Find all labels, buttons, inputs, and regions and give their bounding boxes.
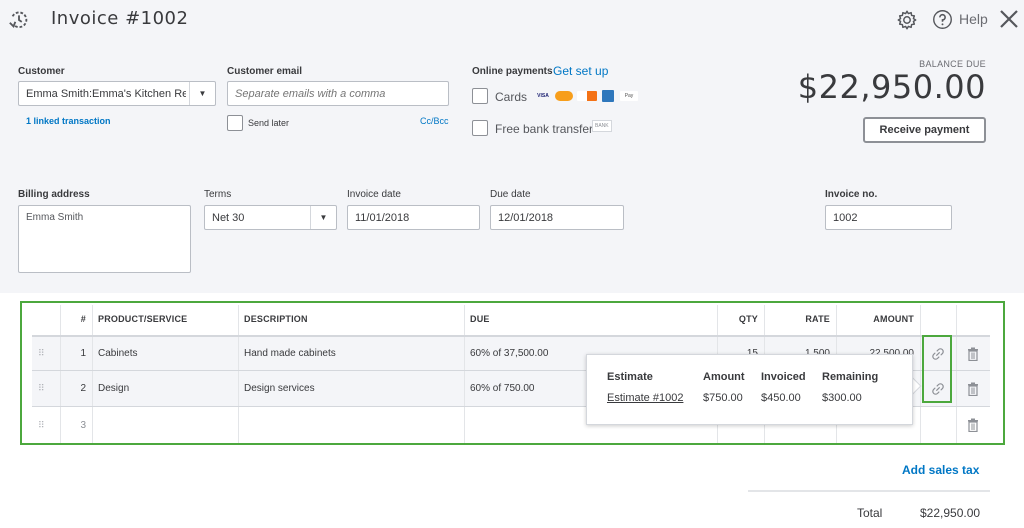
billing-address-label: Billing address bbox=[18, 189, 90, 200]
description-cell[interactable]: Hand made cabinets bbox=[238, 337, 464, 370]
customer-label: Customer bbox=[18, 66, 65, 77]
total-value: $22,950.00 bbox=[920, 506, 981, 520]
customer-select[interactable]: Emma Smith:Emma's Kitchen Ren ▼ bbox=[18, 81, 216, 106]
column-header-description: DESCRIPTION bbox=[244, 314, 308, 324]
send-later-checkbox[interactable] bbox=[227, 115, 243, 131]
product-cell[interactable]: Design bbox=[92, 371, 238, 406]
invoice-no-value: 1002 bbox=[833, 211, 858, 224]
receive-payment-button[interactable]: Receive payment bbox=[863, 117, 986, 143]
column-header-number: # bbox=[80, 314, 86, 324]
estimate-link[interactable]: Estimate #1002 bbox=[607, 392, 683, 404]
drag-handle-icon[interactable]: ⠿ bbox=[32, 407, 60, 443]
description-cell[interactable]: Design services bbox=[238, 371, 464, 406]
get-set-up-link[interactable]: Get set up bbox=[553, 64, 608, 78]
popover-header-remaining: Remaining bbox=[822, 371, 879, 383]
discover-logo-icon bbox=[577, 91, 597, 101]
popover-remaining: $300.00 bbox=[822, 392, 862, 404]
trash-icon[interactable] bbox=[956, 407, 990, 443]
total-label: Total bbox=[857, 506, 883, 520]
customer-email-label: Customer email bbox=[227, 66, 303, 77]
online-payments-label: Online payments bbox=[472, 66, 553, 77]
popover-invoiced: $450.00 bbox=[761, 392, 801, 404]
column-header-qty: QTY bbox=[738, 314, 758, 324]
column-header-rate: RATE bbox=[805, 314, 830, 324]
due-date-label: Due date bbox=[490, 189, 531, 200]
table-header-row: # PRODUCT/SERVICE DESCRIPTION DUE QTY RA… bbox=[32, 303, 990, 335]
row-number: 1 bbox=[80, 348, 86, 359]
total-divider bbox=[748, 490, 990, 492]
mastercard-logo-icon bbox=[555, 91, 573, 101]
chevron-down-icon[interactable]: ▼ bbox=[310, 206, 336, 229]
popover-header-invoiced: Invoiced bbox=[761, 371, 806, 383]
bank-transfer-checkbox[interactable] bbox=[472, 120, 488, 136]
history-icon[interactable] bbox=[8, 9, 30, 31]
gear-icon[interactable] bbox=[896, 9, 918, 31]
terms-label: Terms bbox=[204, 189, 232, 200]
customer-email-input[interactable] bbox=[227, 81, 449, 106]
trash-icon[interactable] bbox=[956, 371, 990, 406]
column-header-amount: AMOUNT bbox=[873, 314, 914, 324]
terms-select[interactable]: Net 30 ▼ bbox=[204, 205, 337, 230]
send-later-label: Send later bbox=[248, 118, 290, 128]
bank-badge: BANK bbox=[592, 120, 612, 132]
terms-value: Net 30 bbox=[212, 211, 245, 224]
balance-due-amount: $22,950.00 bbox=[797, 68, 986, 106]
column-header-due: DUE bbox=[470, 314, 490, 324]
cards-label: Cards bbox=[495, 90, 528, 104]
amex-logo-icon bbox=[602, 90, 614, 102]
add-sales-tax-link[interactable]: Add sales tax bbox=[902, 463, 979, 477]
help-icon[interactable] bbox=[932, 9, 953, 30]
row-number: 3 bbox=[80, 419, 86, 431]
invoice-no-input[interactable]: 1002 bbox=[825, 205, 952, 230]
invoice-no-label: Invoice no. bbox=[825, 189, 878, 200]
due-date-input[interactable]: 12/01/2018 bbox=[490, 205, 624, 230]
popover-amount: $750.00 bbox=[703, 392, 743, 404]
cc-bcc-link[interactable]: Cc/Bcc bbox=[420, 116, 449, 126]
popover-header-estimate: Estimate bbox=[607, 371, 653, 383]
chevron-down-icon[interactable]: ▼ bbox=[189, 82, 215, 105]
linked-estimate-popover: Estimate Amount Invoiced Remaining Estim… bbox=[586, 354, 913, 425]
row-number: 2 bbox=[80, 383, 86, 394]
product-cell[interactable]: Cabinets bbox=[92, 337, 238, 370]
column-header-product: PRODUCT/SERVICE bbox=[98, 314, 188, 324]
cards-checkbox[interactable] bbox=[472, 88, 488, 104]
drag-handle-icon[interactable]: ⠿ bbox=[32, 371, 60, 406]
linked-transaction-link[interactable]: 1 linked transaction bbox=[26, 116, 111, 126]
linked-transactions-highlight bbox=[922, 335, 952, 403]
visa-logo-icon: VISA bbox=[537, 93, 549, 99]
customer-value: Emma Smith:Emma's Kitchen Ren bbox=[26, 87, 186, 100]
page-title: Invoice #1002 bbox=[51, 8, 189, 29]
invoice-date-input[interactable]: 11/01/2018 bbox=[347, 205, 480, 230]
help-link[interactable]: Help bbox=[959, 11, 988, 27]
invoice-date-value: 11/01/2018 bbox=[355, 211, 410, 224]
invoice-date-label: Invoice date bbox=[347, 189, 401, 200]
drag-handle-icon[interactable]: ⠿ bbox=[32, 337, 60, 370]
apple-pay-logo-icon: Pay bbox=[620, 91, 638, 101]
billing-address-value: Emma Smith bbox=[26, 212, 84, 223]
billing-address-textarea[interactable]: Emma Smith bbox=[18, 205, 191, 273]
due-date-value: 12/01/2018 bbox=[498, 211, 554, 224]
close-icon[interactable] bbox=[999, 9, 1019, 29]
bank-transfer-label: Free bank transfer bbox=[495, 122, 594, 136]
trash-icon[interactable] bbox=[956, 337, 990, 370]
popover-header-amount: Amount bbox=[703, 371, 745, 383]
